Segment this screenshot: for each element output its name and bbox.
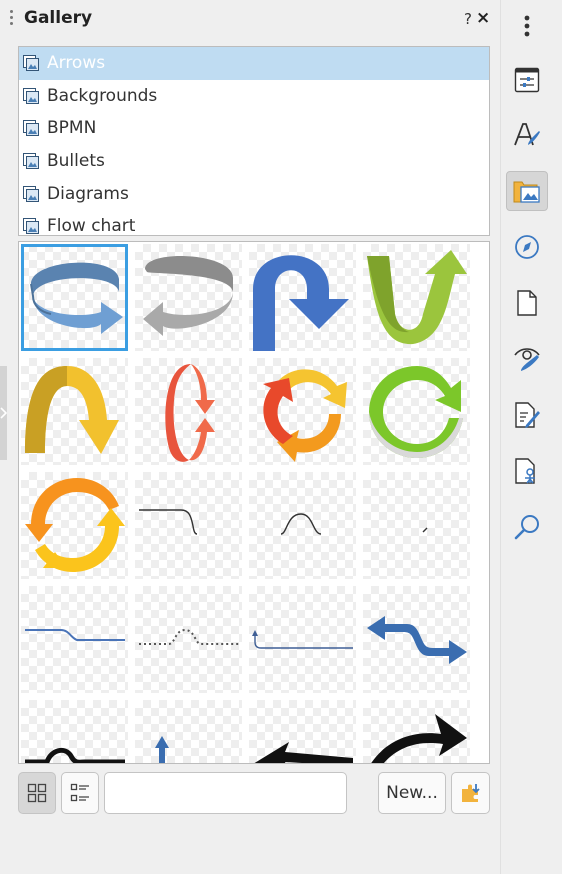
drag-grip-icon[interactable] (10, 10, 14, 30)
arrow-ring-blue-icon (30, 262, 123, 334)
theme-image-icon (23, 120, 39, 137)
sidebar-menu-button[interactable] (506, 6, 548, 46)
tab-page[interactable] (506, 283, 548, 323)
detail-view-button[interactable] (61, 772, 99, 814)
connector-dotted-bump-icon (139, 628, 239, 645)
find-icon (514, 515, 539, 540)
connector-line-small-icon (422, 527, 428, 533)
list-view-icon (70, 783, 89, 802)
gallery-item-arrow-curve-black[interactable] (21, 700, 128, 763)
insert-image-icon (461, 784, 480, 802)
arrow-ring-gray-icon (143, 256, 234, 336)
theme-image-icon (23, 87, 39, 104)
styles-icon (514, 123, 540, 146)
gallery-item-arrow-circle-red[interactable] (135, 358, 242, 465)
tab-gallery[interactable] (506, 171, 548, 211)
tab-styles[interactable] (506, 115, 548, 155)
gallery-item-connector-line-bump[interactable] (249, 472, 356, 579)
gallery-item-connector-line-step-blue[interactable] (21, 586, 128, 693)
gallery-item-arrow-cycle-orange-yellow[interactable] (249, 358, 356, 465)
style-inspector-icon (514, 348, 540, 371)
gallery-item-arrow-circle-green[interactable] (363, 358, 470, 465)
connector-line-bend-icon (139, 509, 198, 535)
gallery-item-connector-line-bend[interactable] (135, 472, 242, 579)
tab-find[interactable] (506, 507, 548, 547)
arrow-circle-red-icon (165, 364, 215, 462)
arrow-double-s-blue-icon (367, 616, 467, 664)
close-button[interactable]: × (476, 8, 490, 28)
navigator-icon (515, 235, 539, 259)
tab-manage-changes[interactable] (506, 395, 548, 435)
theme-label: Bullets (47, 151, 105, 172)
gallery-item-arrow-ring-gray[interactable] (135, 244, 242, 351)
insert-button[interactable] (451, 772, 490, 814)
design-icon (515, 458, 535, 484)
theme-image-icon (23, 185, 39, 202)
gallery-item-connector-line-arrow-blue[interactable] (249, 586, 356, 693)
theme-label: Diagrams (47, 183, 129, 204)
gallery-item-arrow-u-green[interactable] (363, 244, 470, 351)
help-button[interactable]: ? (464, 10, 472, 28)
theme-item-backgrounds[interactable]: Backgrounds (19, 80, 489, 113)
gallery-item-arrow-cycle-orange[interactable] (21, 472, 128, 579)
tab-style-inspector[interactable] (506, 339, 548, 379)
properties-icon (514, 67, 540, 93)
arrow-uturn-blue-icon (253, 255, 349, 351)
theme-label: BPMN (47, 118, 97, 139)
arrow-u-green-icon (367, 250, 467, 345)
connector-line-arrow-blue-icon (252, 630, 353, 649)
gallery-item-arrow-arch-yellow[interactable] (21, 358, 128, 465)
arrow-curve-black-icon (25, 747, 125, 763)
grid-view-icon (27, 783, 47, 803)
expand-arrow-icon (0, 407, 7, 419)
page-icon (517, 290, 537, 316)
connector-line-step-blue-icon (25, 629, 125, 641)
theme-item-flow-chart[interactable]: Flow chart (19, 210, 489, 236)
gallery-item-arrow-up-blue[interactable] (135, 700, 242, 763)
gallery-preview-grid[interactable] (18, 241, 490, 764)
gallery-item-arrow-swoosh-black[interactable] (363, 700, 470, 763)
more-options-icon (524, 15, 530, 37)
gallery-search-input[interactable] (104, 772, 347, 814)
manage-changes-icon (515, 402, 540, 428)
connector-line-bump-icon (280, 513, 322, 535)
gallery-icon (513, 181, 540, 203)
theme-label: Backgrounds (47, 85, 158, 106)
theme-label: Flow chart (47, 216, 136, 236)
deck-titlebar: Gallery ? × (0, 0, 500, 40)
theme-item-arrows[interactable]: Arrows (19, 47, 489, 80)
tab-properties[interactable] (506, 60, 548, 100)
theme-item-bpmn[interactable]: BPMN (19, 112, 489, 145)
gallery-item-arrow-uturn-blue[interactable] (249, 244, 356, 351)
deck-resize-handle[interactable] (0, 366, 7, 460)
tab-design[interactable] (506, 451, 548, 491)
arrow-cycle-orange-yellow-icon (263, 369, 347, 462)
arrow-left-black-icon (254, 742, 353, 763)
deck-title: Gallery (24, 8, 93, 28)
theme-item-diagrams[interactable]: Diagrams (19, 177, 489, 210)
sidebar-tabbar (500, 0, 562, 874)
theme-item-bullets[interactable]: Bullets (19, 145, 489, 178)
gallery-item-connector-dotted-bump[interactable] (135, 586, 242, 693)
icon-view-button[interactable] (18, 772, 56, 814)
theme-label: Arrows (47, 53, 106, 74)
theme-list[interactable]: Arrows Backgrounds BPMN Bullets Diagrams… (18, 46, 490, 236)
arrow-swoosh-black-icon (371, 714, 467, 763)
arrow-up-blue-icon (155, 736, 169, 763)
gallery-deck: Gallery ? × Arrows Backgrounds BPMN Bull… (0, 0, 500, 874)
theme-image-icon (23, 153, 39, 170)
arrow-arch-yellow-icon (25, 366, 119, 454)
gallery-item-arrow-double-s-blue[interactable] (363, 586, 470, 693)
theme-image-icon (23, 55, 39, 72)
gallery-item-arrow-ring-blue[interactable] (21, 244, 128, 351)
new-theme-button[interactable]: New... (378, 772, 446, 814)
arrow-circle-green-icon (369, 366, 463, 458)
gallery-item-arrow-left-black[interactable] (249, 700, 356, 763)
arrow-cycle-orange-icon (25, 478, 125, 572)
gallery-item-connector-line-small[interactable] (363, 472, 470, 579)
theme-image-icon (23, 218, 39, 235)
tab-navigator[interactable] (506, 227, 548, 267)
gallery-bottom-bar: New... (18, 772, 490, 816)
